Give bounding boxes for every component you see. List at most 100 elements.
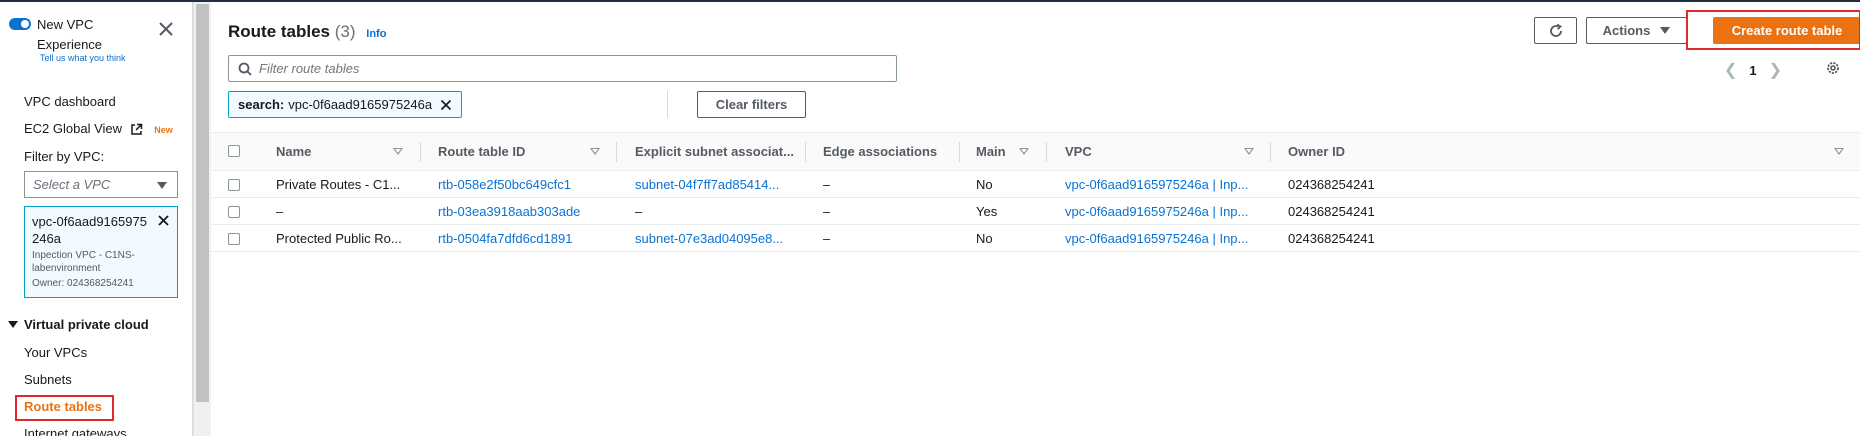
row-checkbox[interactable] bbox=[228, 233, 240, 245]
refresh-icon bbox=[1549, 23, 1562, 37]
column-header-name[interactable]: Name bbox=[276, 144, 311, 159]
column-header-explicit-subnet[interactable]: Explicit subnet associat... bbox=[635, 144, 794, 159]
selected-vpc-name: Inpection VPC - C1NS-labenvironment bbox=[32, 250, 135, 274]
column-divider[interactable] bbox=[1046, 142, 1047, 162]
caret-down-icon bbox=[8, 321, 18, 328]
vpc-filter-select[interactable]: Select a VPC bbox=[24, 171, 178, 198]
cell-route-table-id[interactable]: rtb-03ea3918aab303ade bbox=[438, 204, 608, 219]
section-title: Virtual private cloud bbox=[24, 317, 149, 332]
select-all-checkbox[interactable] bbox=[228, 145, 240, 157]
column-divider[interactable] bbox=[420, 142, 421, 162]
current-page[interactable]: 1 bbox=[1749, 63, 1756, 78]
page-title: Route tables (3) Info bbox=[228, 22, 386, 42]
refresh-button[interactable] bbox=[1534, 17, 1577, 44]
cell-vpc[interactable]: vpc-0f6aad9165975246a | Inp... bbox=[1065, 231, 1265, 246]
info-link[interactable]: Info bbox=[366, 28, 386, 40]
sidebar-item-subnets[interactable]: Subnets bbox=[24, 372, 72, 387]
clear-filters-button[interactable]: Clear filters bbox=[697, 91, 806, 118]
remove-token-icon[interactable] bbox=[440, 99, 452, 111]
cell-main: No bbox=[976, 177, 993, 192]
cell-route-table-id[interactable]: rtb-0504fa7dfd6cd1891 bbox=[438, 231, 608, 246]
next-page-icon[interactable]: ❯ bbox=[1769, 60, 1782, 80]
filter-by-vpc-label: Filter by VPC: bbox=[24, 149, 105, 164]
gear-icon[interactable] bbox=[1825, 60, 1841, 76]
cell-vpc[interactable]: vpc-0f6aad9165975246a | Inp... bbox=[1065, 177, 1265, 192]
sort-icon[interactable] bbox=[1834, 148, 1844, 155]
sidebar-item-your-vpcs[interactable]: Your VPCs bbox=[24, 345, 87, 360]
caret-down-icon bbox=[157, 182, 167, 189]
column-divider[interactable] bbox=[959, 142, 960, 162]
highlight-create-button bbox=[1686, 10, 1860, 50]
nav-ec2-global-view[interactable]: EC2 Global View New bbox=[24, 121, 173, 136]
table-row[interactable]: Protected Public Ro... rtb-0504fa7dfd6cd… bbox=[211, 225, 1860, 252]
new-badge: New bbox=[154, 125, 173, 135]
cell-main: No bbox=[976, 231, 993, 246]
highlight-route-tables bbox=[15, 395, 114, 421]
cell-name: Private Routes - C1... bbox=[276, 177, 401, 192]
cell-main: Yes bbox=[976, 204, 998, 219]
sidebar-scrollbar[interactable] bbox=[193, 2, 210, 436]
column-header-owner-id[interactable]: Owner ID bbox=[1288, 144, 1345, 159]
remove-vpc-filter-icon[interactable] bbox=[157, 214, 170, 227]
table-row[interactable]: Private Routes - C1... rtb-058e2f50bc649… bbox=[211, 171, 1860, 198]
new-vpc-toggle[interactable] bbox=[9, 18, 31, 30]
row-checkbox[interactable] bbox=[228, 206, 240, 218]
filter-search-box[interactable] bbox=[228, 55, 897, 82]
close-sidebar-icon[interactable] bbox=[157, 20, 175, 38]
nav-ec2-global-view-label: EC2 Global View bbox=[24, 121, 123, 136]
pagination: ❮ 1 ❯ bbox=[1724, 60, 1782, 80]
column-header-vpc[interactable]: VPC bbox=[1065, 144, 1092, 159]
sort-icon[interactable] bbox=[1019, 148, 1029, 155]
cell-name: Protected Public Ro... bbox=[276, 231, 402, 246]
selected-vpc-id: vpc-0f6aad9165975246a bbox=[32, 214, 147, 246]
page-title-count: (3) bbox=[334, 22, 356, 41]
search-icon bbox=[238, 62, 252, 76]
search-filter-token: search: vpc-0f6aad9165975246a bbox=[228, 91, 463, 118]
token-value: vpc-0f6aad9165975246a bbox=[288, 97, 433, 112]
nav-vpc-dashboard-label: VPC dashboard bbox=[24, 94, 116, 109]
sort-icon[interactable] bbox=[590, 148, 600, 155]
cell-owner-id: 024368254241 bbox=[1288, 231, 1375, 246]
cell-owner-id: 024368254241 bbox=[1288, 204, 1375, 219]
cell-route-table-id[interactable]: rtb-058e2f50bc649cfc1 bbox=[438, 177, 608, 192]
scrollbar-thumb[interactable] bbox=[196, 4, 209, 402]
external-link-icon bbox=[130, 123, 142, 135]
feedback-link[interactable]: Tell us what you think bbox=[40, 53, 126, 63]
sidebar-item-internet-gateways[interactable]: Internet gateways bbox=[24, 426, 127, 436]
new-vpc-experience-toggle-row: New VPC Experience bbox=[9, 15, 117, 55]
sort-icon[interactable] bbox=[393, 148, 403, 155]
sidebar-item-label: Subnets bbox=[24, 372, 72, 387]
column-header-main[interactable]: Main bbox=[976, 144, 1006, 159]
sidebar-item-label: Your VPCs bbox=[24, 345, 88, 360]
cell-edge-associations: – bbox=[823, 204, 831, 219]
actions-button[interactable]: Actions bbox=[1586, 17, 1687, 44]
nav-vpc-dashboard[interactable]: VPC dashboard bbox=[24, 94, 116, 109]
column-divider[interactable] bbox=[1270, 142, 1271, 162]
vpc-select-placeholder: Select a VPC bbox=[33, 177, 111, 192]
selected-vpc-card: vpc-0f6aad9165975246a Inpection VPC - C1… bbox=[24, 206, 178, 298]
divider bbox=[667, 91, 668, 118]
cell-explicit-subnet[interactable]: subnet-07e3ad04095e8... bbox=[635, 231, 800, 246]
virtual-private-cloud-section[interactable]: Virtual private cloud bbox=[8, 317, 149, 332]
sidebar-item-label: Internet gateways bbox=[24, 426, 127, 436]
column-header-edge-associations[interactable]: Edge associations bbox=[823, 144, 937, 159]
token-key: search: bbox=[238, 97, 285, 112]
main-content: Route tables (3) Info Actions Create rou… bbox=[211, 2, 1860, 436]
column-divider[interactable] bbox=[805, 142, 806, 162]
selected-vpc-owner: Owner: 024368254241 bbox=[32, 278, 134, 289]
prev-page-icon[interactable]: ❮ bbox=[1724, 60, 1737, 80]
actions-label: Actions bbox=[1602, 23, 1651, 38]
cell-name: – bbox=[276, 204, 284, 219]
table-row[interactable]: – rtb-03ea3918aab303ade – – Yes vpc-0f6a… bbox=[211, 198, 1860, 225]
cell-edge-associations: – bbox=[823, 231, 831, 246]
cell-owner-id: 024368254241 bbox=[1288, 177, 1375, 192]
cell-vpc[interactable]: vpc-0f6aad9165975246a | Inp... bbox=[1065, 204, 1265, 219]
cell-edge-associations: – bbox=[823, 177, 831, 192]
cell-explicit-subnet[interactable]: subnet-04f7ff7ad85414... bbox=[635, 177, 800, 192]
search-input[interactable] bbox=[259, 59, 879, 78]
sort-icon[interactable] bbox=[1244, 148, 1254, 155]
column-header-route-table-id[interactable]: Route table ID bbox=[438, 144, 525, 159]
row-checkbox[interactable] bbox=[228, 179, 240, 191]
column-divider[interactable] bbox=[616, 142, 617, 162]
table-header: Name Route table ID Explicit subnet asso… bbox=[211, 132, 1860, 171]
